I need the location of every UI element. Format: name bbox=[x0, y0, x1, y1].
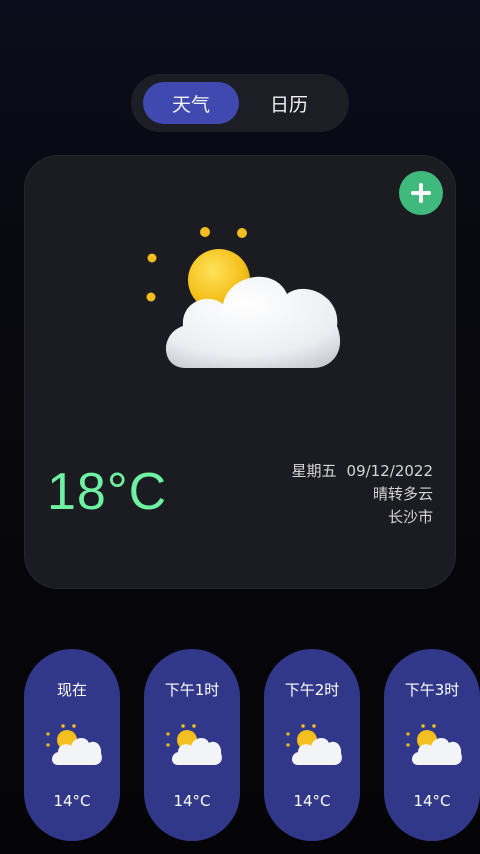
hourly-temp: 14°C bbox=[293, 792, 331, 810]
hourly-time: 现在 bbox=[56, 681, 87, 699]
weather-card: 18°C 星期五 09/12/2022 晴转多云 长沙市 bbox=[24, 155, 456, 589]
hourly-time: 下午1时 bbox=[164, 681, 220, 699]
tab-weather[interactable]: 天气 bbox=[143, 82, 239, 124]
sun-behind-cloud-icon bbox=[406, 724, 462, 765]
weather-screen: 天气 日历 18°C 星期五 09/12/2022 晴转多云 长沙市 现在 14… bbox=[0, 0, 480, 854]
sun-behind-cloud-icon bbox=[286, 724, 342, 765]
sun-behind-cloud-icon bbox=[46, 724, 102, 765]
tab-calendar[interactable]: 日历 bbox=[241, 82, 337, 124]
hourly-item[interactable]: 下午3时 14°C bbox=[384, 649, 480, 841]
weekday: 星期五 bbox=[291, 462, 337, 480]
sun-behind-cloud-icon bbox=[166, 724, 222, 765]
hourly-temp: 14°C bbox=[413, 792, 451, 810]
hourly-temp: 14°C bbox=[173, 792, 211, 810]
view-switcher: 天气 日历 bbox=[131, 74, 349, 132]
hourly-forecast[interactable]: 现在 14°C 下午1时 14°C 下午2时 14°C 下午3时 14°C bbox=[0, 649, 480, 841]
hourly-time: 下午2时 bbox=[284, 681, 340, 699]
weather-info: 星期五 09/12/2022 晴转多云 长沙市 bbox=[292, 460, 433, 529]
date: 09/12/2022 bbox=[346, 462, 433, 480]
date-row: 星期五 09/12/2022 bbox=[292, 460, 433, 483]
city-name: 长沙市 bbox=[387, 508, 433, 526]
hourly-item[interactable]: 下午2时 14°C bbox=[264, 649, 360, 841]
hourly-item[interactable]: 下午1时 14°C bbox=[144, 649, 240, 841]
hourly-item[interactable]: 现在 14°C bbox=[24, 649, 120, 841]
current-temperature: 18°C bbox=[47, 463, 168, 521]
sun-behind-cloud-icon bbox=[146, 227, 341, 368]
hourly-time: 下午3时 bbox=[404, 681, 460, 699]
add-city-button[interactable] bbox=[399, 171, 443, 215]
weather-condition: 晴转多云 bbox=[372, 485, 433, 503]
hourly-temp: 14°C bbox=[53, 792, 91, 810]
plus-icon bbox=[411, 183, 431, 203]
